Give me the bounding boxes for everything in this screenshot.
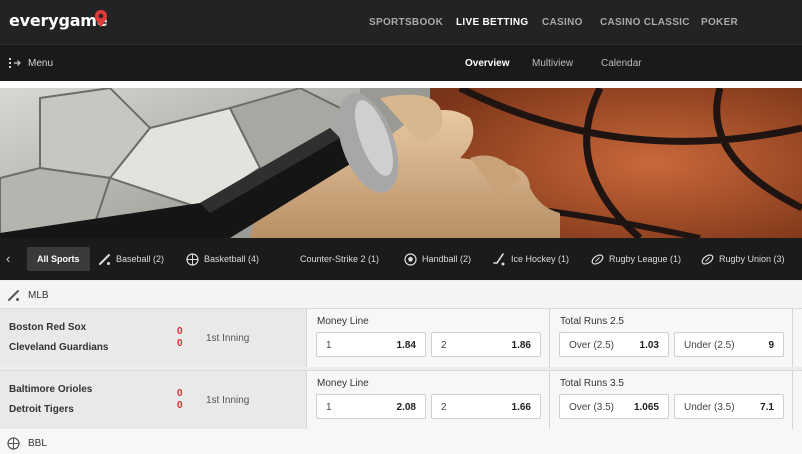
tab-overview[interactable]: Overview (465, 58, 509, 69)
nav-casino[interactable]: CASINO (542, 17, 583, 28)
more-markets-edge[interactable] (792, 309, 802, 367)
money-line-market: Money Line 1 1.84 2 1.86 (306, 309, 549, 367)
odds-label: Under (3.5) (684, 402, 735, 413)
market-title: Money Line (317, 316, 369, 327)
league-header[interactable]: MLB (0, 281, 802, 308)
odds-button[interactable]: Over (2.5) 1.03 (559, 332, 669, 357)
odds-button[interactable]: Over (3.5) 1.065 (559, 394, 669, 419)
game-status: 1st Inning (206, 333, 250, 344)
game-status: 1st Inning (206, 395, 250, 406)
sport-tab-label: Ice Hockey (1) (511, 254, 570, 264)
away-score: 0 (177, 338, 183, 349)
odds-value: 1.065 (633, 402, 659, 413)
nav-sportsbook[interactable]: SPORTSBOOK (369, 17, 443, 28)
nav-casino-classic[interactable]: CASINO CLASSIC (600, 17, 690, 28)
menu-button[interactable]: Menu (28, 58, 53, 69)
odds-label: 2 (441, 340, 447, 351)
odds-label: 1 (326, 402, 332, 413)
banner-top-gap (0, 81, 802, 88)
odds-value: 2.08 (396, 402, 416, 413)
handball-icon (404, 252, 417, 266)
away-team: Cleveland Guardians (9, 342, 109, 353)
odds-value: 9 (768, 340, 774, 351)
home-score: 0 (177, 326, 183, 337)
baseball-bat-icon (8, 290, 19, 301)
total-runs-market: Total Runs 3.5 Over (3.5) 1.065 Under (3… (549, 371, 792, 429)
league-name: BBL (28, 438, 47, 449)
odds-label: Over (2.5) (569, 340, 615, 351)
top-navigation-bar: everygame SPORTSBOOK LIVE BETTING CASINO… (0, 0, 802, 44)
event-row[interactable]: Baltimore Orioles Detroit Tigers 0 0 1st… (0, 370, 802, 429)
odds-button[interactable]: Under (3.5) 7.1 (674, 394, 784, 419)
basketball-icon (186, 252, 199, 266)
sport-tab-label: Rugby League (1) (609, 254, 682, 264)
sport-tab-label: Counter-Strike 2 (1) (300, 254, 380, 264)
sport-tab-basketball[interactable]: Basketball (4) (182, 247, 263, 271)
brand-logo[interactable]: everygame (9, 11, 108, 30)
nav-live-betting[interactable]: LIVE BETTING (456, 17, 529, 28)
home-team: Boston Red Sox (9, 322, 87, 333)
odds-label: 1 (326, 340, 332, 351)
odds-button[interactable]: 1 1.84 (316, 332, 426, 357)
market-title: Total Runs 2.5 (560, 316, 624, 327)
odds-button[interactable]: 1 2.08 (316, 394, 426, 419)
away-score: 0 (177, 400, 183, 411)
nav-poker[interactable]: POKER (701, 17, 738, 28)
sub-navigation-bar: Menu Overview Multiview Calendar (0, 44, 802, 81)
sport-tab-rugby-union[interactable]: Rugby Union (3) (697, 247, 789, 271)
menu-icon[interactable] (9, 57, 21, 69)
odds-button[interactable]: 2 1.86 (431, 332, 541, 357)
odds-label: Over (3.5) (569, 402, 615, 413)
rugby-ball-icon (591, 253, 604, 265)
more-markets-edge[interactable] (792, 371, 802, 429)
market-title: Money Line (317, 378, 369, 389)
sport-tab-label: Handball (2) (422, 254, 472, 264)
total-runs-market: Total Runs 2.5 Over (2.5) 1.03 Under (2.… (549, 309, 792, 367)
away-team: Detroit Tigers (9, 404, 74, 415)
sport-tab-label: All Sports (37, 254, 80, 264)
money-line-market: Money Line 1 2.08 2 1.66 (306, 371, 549, 429)
hockey-stick-icon (493, 252, 505, 265)
event-row[interactable]: Boston Red Sox Cleveland Guardians 0 0 1… (0, 308, 802, 367)
rugby-ball-icon (701, 253, 714, 265)
sport-tab-baseball[interactable]: Baseball (2) (94, 247, 168, 271)
sport-tab-all[interactable]: All Sports (27, 247, 90, 271)
basketball-icon (7, 437, 20, 450)
sport-tab-label: Baseball (2) (116, 254, 165, 264)
location-pin-icon (95, 10, 107, 27)
sport-tab-ice-hockey[interactable]: Ice Hockey (1) (489, 247, 573, 271)
sport-tab-label: Basketball (4) (204, 254, 260, 264)
league-header[interactable]: BBL (0, 429, 802, 454)
odds-value: 7.1 (760, 402, 774, 413)
odds-value: 1.86 (511, 340, 531, 351)
odds-label: Under (2.5) (684, 340, 735, 351)
odds-value: 1.66 (511, 402, 531, 413)
league-name: MLB (28, 290, 49, 301)
odds-value: 1.84 (396, 340, 416, 351)
market-title: Total Runs 3.5 (560, 378, 624, 389)
sport-tab-rugby-league[interactable]: Rugby League (1) (587, 247, 685, 271)
sport-tab-counter-strike[interactable]: Counter-Strike 2 (1) (296, 247, 383, 271)
odds-button[interactable]: Under (2.5) 9 (674, 332, 784, 357)
baseball-bat-icon (99, 253, 110, 265)
sports-filter-bar: ‹ All Sports Baseball (2) Basketball (4)… (0, 238, 802, 280)
odds-button[interactable]: 2 1.66 (431, 394, 541, 419)
sports-hero-banner (0, 88, 802, 238)
sport-tab-handball[interactable]: Handball (2) (400, 247, 475, 271)
scroll-left-arrow-icon[interactable]: ‹ (6, 251, 10, 266)
home-score: 0 (177, 388, 183, 399)
odds-label: 2 (441, 402, 447, 413)
tab-multiview[interactable]: Multiview (532, 58, 573, 69)
sport-tab-label: Rugby Union (3) (719, 254, 785, 264)
odds-value: 1.03 (639, 340, 659, 351)
tab-calendar[interactable]: Calendar (601, 58, 642, 69)
home-team: Baltimore Orioles (9, 384, 93, 395)
